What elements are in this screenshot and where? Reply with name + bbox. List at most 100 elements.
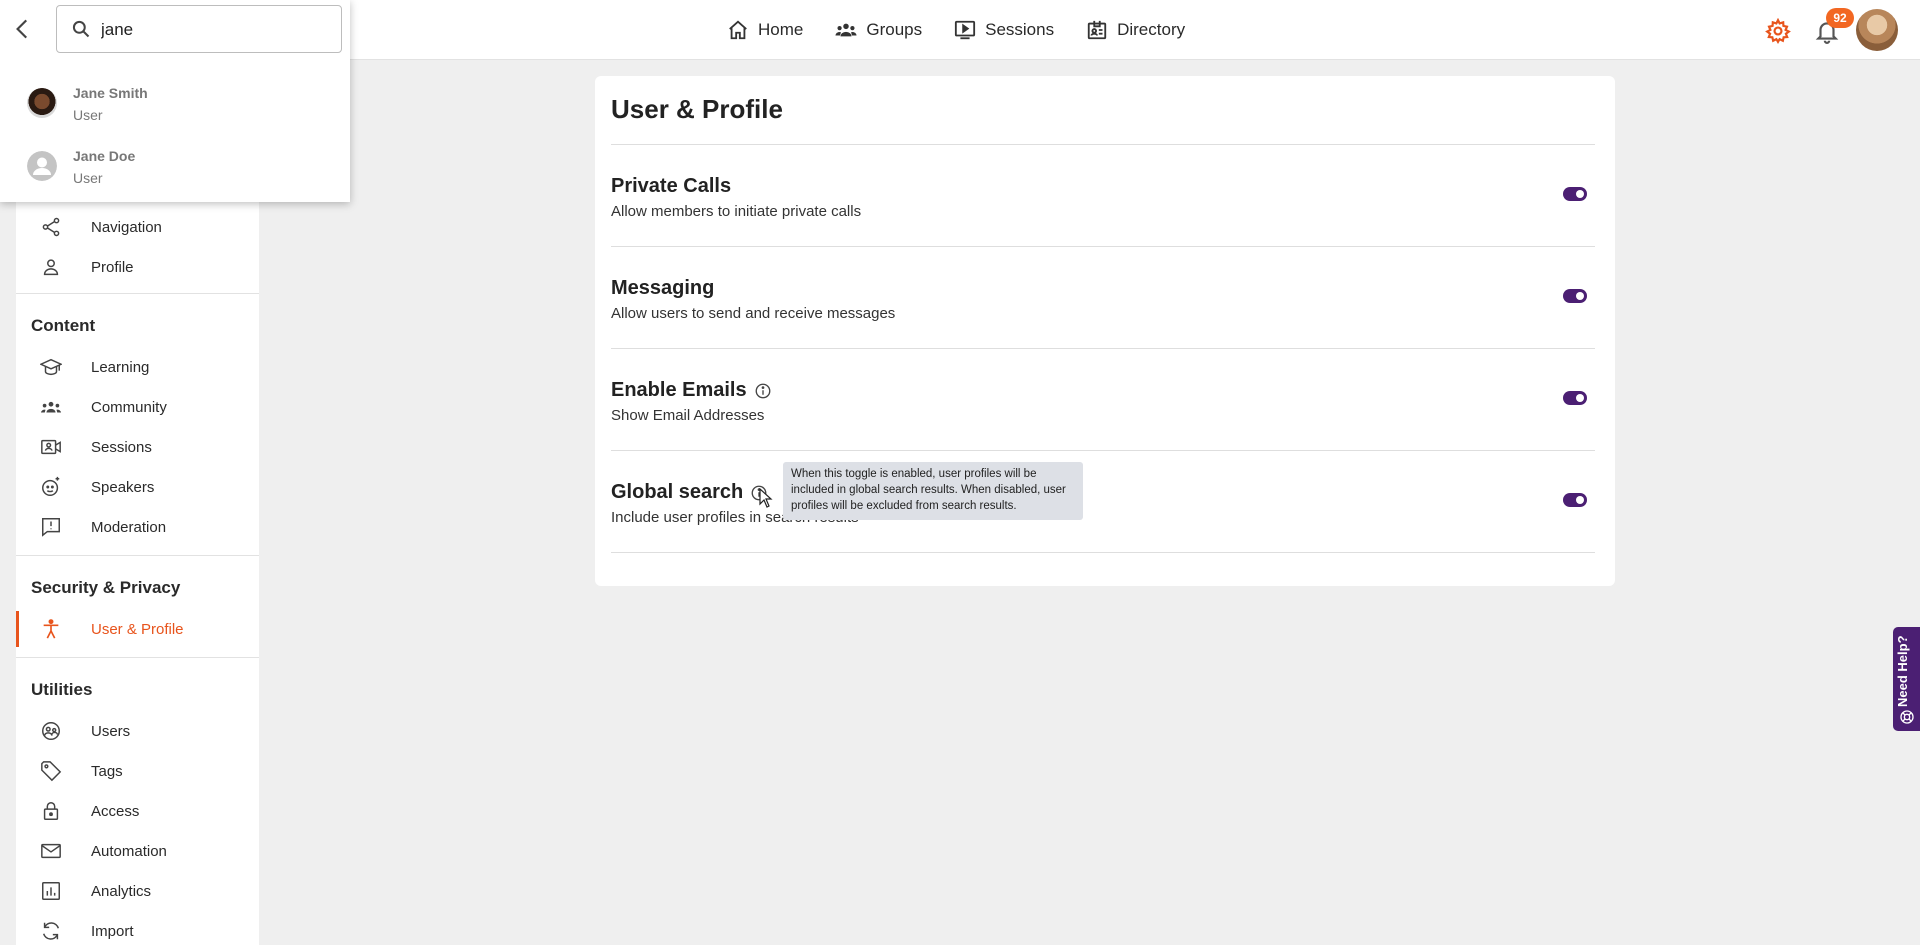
need-help-tab[interactable]: Need Help? bbox=[1893, 627, 1920, 731]
nav-sessions-label: Sessions bbox=[985, 20, 1055, 39]
moderation-icon bbox=[42, 518, 60, 537]
sidebar-item-label: Speakers bbox=[91, 478, 155, 496]
sidebar-item-profile[interactable]: Profile bbox=[16, 249, 259, 285]
sidebar-item-label: Automation bbox=[91, 842, 167, 860]
sidebar-item-navigation[interactable]: Navigation bbox=[16, 209, 259, 245]
sidebar-item-users[interactable]: Users bbox=[16, 713, 259, 749]
setting-title-text: Enable Emails bbox=[611, 379, 747, 401]
global-search-toggle[interactable] bbox=[1563, 493, 1587, 507]
sidebar-item-automation[interactable]: Automation bbox=[16, 833, 259, 869]
sidebar-item-label: Users bbox=[91, 722, 131, 740]
result-name: Jane Doe bbox=[73, 148, 136, 164]
sessions-icon bbox=[955, 20, 976, 40]
sidebar-item-community[interactable]: Community bbox=[16, 389, 259, 425]
setting-title: Private Calls bbox=[611, 175, 731, 198]
setting-title: Messaging bbox=[611, 277, 714, 300]
setting-description: Show Email Addresses bbox=[611, 407, 765, 424]
nav-groups-label: Groups bbox=[866, 20, 923, 39]
nav-home-label: Home bbox=[758, 20, 804, 39]
setting-private-calls: Private Calls Allow members to initiate … bbox=[611, 175, 1595, 277]
setting-title-text: Messaging bbox=[611, 277, 715, 299]
sidebar-divider bbox=[16, 657, 259, 658]
nav-sessions[interactable]: Sessions bbox=[954, 19, 1054, 41]
sidebar-item-label: Navigation bbox=[91, 218, 162, 236]
setting-title: Global search bbox=[611, 481, 768, 504]
sidebar-heading-utilities: Utilities bbox=[31, 680, 93, 699]
sidebar-item-label: Learning bbox=[91, 358, 150, 376]
sidebar-item-label: Tags bbox=[91, 762, 123, 780]
sidebar-item-label: Analytics bbox=[91, 882, 152, 900]
search-input[interactable] bbox=[101, 16, 331, 44]
sidebar-item-sessions[interactable]: Sessions bbox=[16, 429, 259, 465]
enable-emails-toggle[interactable] bbox=[1563, 391, 1587, 405]
info-tooltip: When this toggle is enabled, user profil… bbox=[783, 462, 1083, 520]
page-title: User & Profile bbox=[611, 94, 783, 124]
sidebar-item-tags[interactable]: Tags bbox=[16, 753, 259, 789]
setting-title-text: Global search bbox=[611, 481, 744, 503]
mouse-cursor-icon bbox=[759, 488, 773, 508]
nav-directory[interactable]: Directory bbox=[1086, 19, 1185, 41]
directory-icon bbox=[1087, 20, 1107, 40]
sidebar-item-label: Community bbox=[91, 398, 167, 416]
speaker-face-icon bbox=[42, 476, 60, 496]
accessibility-icon bbox=[43, 619, 59, 639]
result-role: User bbox=[73, 107, 103, 123]
sidebar-item-analytics[interactable]: Analytics bbox=[16, 873, 259, 909]
sidebar-item-import[interactable]: Import bbox=[16, 913, 259, 945]
sidebar-item-learning[interactable]: Learning bbox=[16, 349, 259, 385]
notification-count-badge: 92 bbox=[1826, 8, 1854, 28]
lifebuoy-icon bbox=[1900, 710, 1914, 724]
video-badge-icon bbox=[41, 439, 61, 455]
import-icon bbox=[42, 922, 60, 940]
home-icon bbox=[729, 20, 747, 40]
setting-title: Enable Emails bbox=[611, 379, 772, 402]
search-icon bbox=[72, 20, 90, 38]
sidebar-item-label: Moderation bbox=[91, 518, 167, 536]
sidebar-item-label: Import bbox=[91, 922, 134, 940]
sidebar-divider bbox=[16, 555, 259, 556]
result-role: User bbox=[73, 170, 103, 186]
sidebar-item-label: User & Profile bbox=[91, 620, 184, 638]
sidebar-item-label: Sessions bbox=[91, 438, 152, 456]
tag-icon bbox=[41, 761, 62, 782]
sidebar-divider bbox=[16, 293, 259, 294]
graduation-cap-icon bbox=[40, 358, 62, 376]
sidebar-item-access[interactable]: Access bbox=[16, 793, 259, 829]
setting-description: Allow users to send and receive messages bbox=[611, 305, 896, 322]
card-divider bbox=[611, 552, 1595, 553]
person-icon bbox=[43, 259, 59, 276]
analytics-icon bbox=[42, 882, 60, 900]
search-field bbox=[56, 5, 342, 53]
setting-description: Allow members to initiate private calls bbox=[611, 203, 862, 220]
nav-directory-label: Directory bbox=[1117, 20, 1186, 39]
sidebar-heading-content: Content bbox=[31, 316, 96, 335]
lock-icon bbox=[43, 802, 59, 820]
private-calls-toggle[interactable] bbox=[1563, 187, 1587, 201]
settings-card: User & Profile Private Calls Allow membe… bbox=[595, 76, 1615, 586]
search-panel: Jane Smith User Jane Doe User bbox=[0, 0, 350, 202]
sidebar-item-moderation[interactable]: Moderation bbox=[16, 509, 259, 545]
default-avatar-icon bbox=[27, 151, 57, 181]
card-divider bbox=[611, 246, 1595, 247]
sidebar-heading-security: Security & Privacy bbox=[31, 578, 181, 597]
mail-icon bbox=[41, 843, 61, 859]
search-result-jane-smith[interactable]: Jane Smith User bbox=[0, 74, 350, 134]
share-icon bbox=[42, 217, 60, 237]
nav-home[interactable]: Home bbox=[727, 19, 803, 41]
sidebar-item-speakers[interactable]: Speakers bbox=[16, 469, 259, 505]
settings-gear-icon[interactable] bbox=[1765, 18, 1791, 44]
nav-groups[interactable]: Groups bbox=[835, 19, 922, 41]
setting-enable-emails: Enable Emails Show Email Addresses bbox=[611, 379, 1595, 481]
users-icon bbox=[42, 722, 60, 740]
sidebar-item-label: Profile bbox=[91, 258, 134, 276]
sidebar-item-user-profile[interactable]: User & Profile bbox=[16, 611, 259, 647]
result-name: Jane Smith bbox=[73, 85, 148, 101]
info-icon[interactable] bbox=[754, 382, 772, 400]
back-arrow-icon[interactable] bbox=[10, 16, 36, 42]
user-avatar[interactable] bbox=[1856, 9, 1898, 51]
setting-messaging: Messaging Allow users to send and receiv… bbox=[611, 277, 1595, 379]
search-result-jane-doe[interactable]: Jane Doe User bbox=[0, 137, 350, 197]
top-navigation: Home Groups Sessions Directory bbox=[727, 0, 1185, 60]
card-divider bbox=[611, 450, 1595, 451]
messaging-toggle[interactable] bbox=[1563, 289, 1587, 303]
